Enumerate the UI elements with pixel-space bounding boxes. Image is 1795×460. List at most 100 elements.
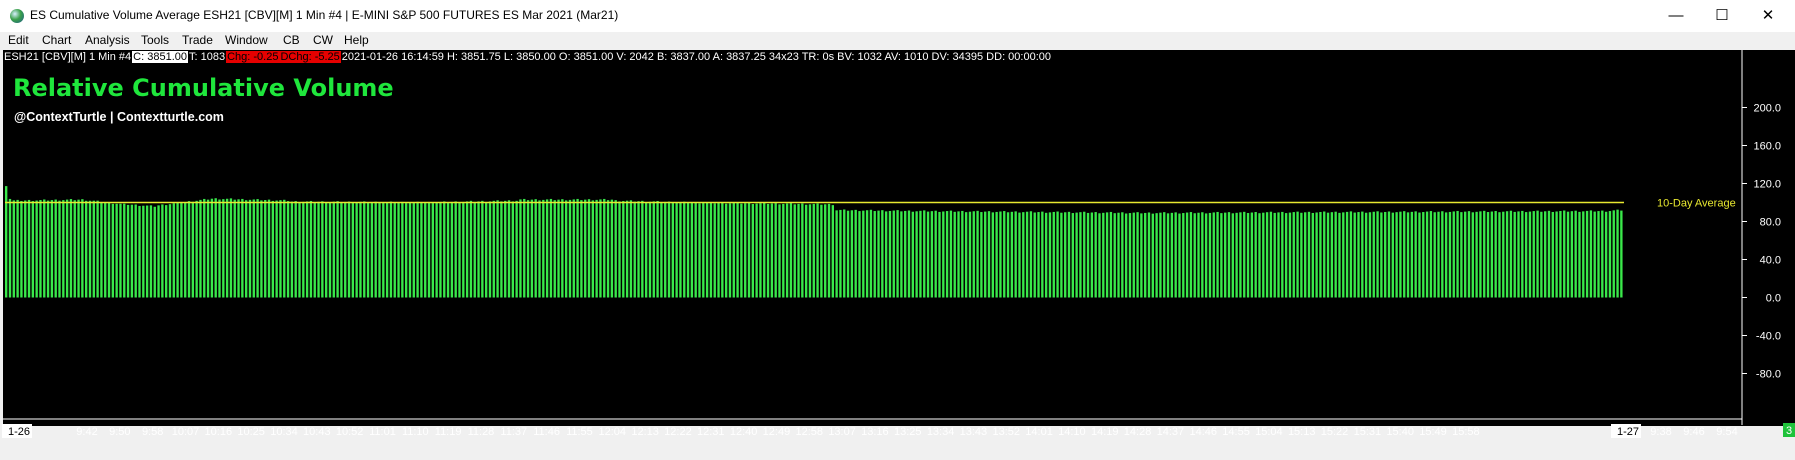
volume-bar: [584, 199, 587, 298]
volume-bar: [618, 201, 621, 298]
volume-bar: [1029, 211, 1033, 298]
menu-help[interactable]: Help: [344, 33, 369, 47]
volume-bar: [580, 200, 583, 298]
x-tick-label: 13:25: [894, 426, 922, 438]
volume-bar: [1528, 211, 1532, 298]
y-tick-label: 80.0: [1760, 217, 1781, 229]
volume-bar: [679, 202, 682, 298]
volume-bar: [1296, 211, 1299, 298]
volume-bar: [119, 203, 122, 298]
x-tick-label: 13:07: [828, 426, 856, 438]
volume-bar: [1391, 212, 1394, 298]
x-tick-label: 15:04: [1255, 426, 1283, 438]
volume-bar: [58, 200, 61, 298]
volume-bar: [256, 199, 259, 298]
volume-bar: [385, 202, 389, 298]
volume-bar: [446, 202, 450, 298]
volume-bar: [12, 200, 15, 298]
volume-bar: [664, 201, 667, 298]
volume-bar: [1147, 212, 1151, 298]
volume-chart[interactable]: 10-Day Average 200.0 160.0 120.0 80.0 40.0 0.…: [0, 50, 1795, 445]
volume-bar: [1109, 211, 1113, 298]
volume-bar: [218, 199, 221, 298]
volume-bar: [298, 202, 301, 298]
volume-bar: [1067, 211, 1071, 298]
volume-bar: [644, 202, 648, 298]
volume-bar: [351, 202, 355, 298]
volume-bar: [759, 203, 762, 298]
x-tick-label: 11:10: [402, 426, 429, 438]
volume-bar: [1563, 210, 1566, 298]
minimize-button[interactable]: —: [1653, 0, 1699, 32]
volume-bar: [469, 200, 473, 298]
volume-bar: [824, 204, 827, 298]
volume-bar: [1540, 211, 1543, 298]
volume-bar: [62, 200, 65, 298]
volume-bar: [835, 210, 838, 298]
volume-bar: [980, 212, 983, 298]
maximize-button[interactable]: ☐: [1699, 0, 1745, 32]
volume-bar: [431, 203, 435, 298]
volume-bar: [324, 202, 328, 298]
volume-bar: [987, 211, 991, 298]
volume-bar: [675, 202, 678, 298]
volume-bar: [1338, 212, 1341, 298]
volume-bar: [275, 200, 278, 298]
volume-bar: [507, 200, 511, 298]
volume-bar: [991, 212, 994, 298]
volume-bar: [1288, 212, 1292, 298]
volume-bar: [846, 210, 850, 298]
menu-trade[interactable]: Trade: [182, 33, 213, 47]
volume-bar: [694, 202, 697, 298]
volume-bar: [728, 203, 732, 298]
menu-edit[interactable]: Edit: [8, 33, 29, 47]
volume-bar: [115, 203, 118, 298]
y-tick-label: 40.0: [1760, 255, 1781, 267]
volume-bar: [744, 203, 747, 298]
volume-bar: [1536, 210, 1539, 298]
menu-cw[interactable]: CW: [313, 33, 333, 47]
menu-tools[interactable]: Tools: [141, 33, 169, 47]
volume-bar: [797, 203, 800, 298]
menu-window[interactable]: Window: [225, 33, 268, 47]
volume-bar: [157, 205, 160, 298]
menu-analysis[interactable]: Analysis: [85, 33, 130, 47]
volume-bar: [309, 200, 313, 298]
volume-bar: [1406, 212, 1410, 298]
volume-bar: [134, 204, 137, 298]
x-tick-label: 12:04: [599, 426, 627, 438]
x-tick-label: 15:40: [1386, 426, 1414, 438]
volume-bar: [1170, 212, 1174, 298]
volume-bar: [100, 202, 103, 298]
volume-bar: [370, 202, 374, 298]
volume-bar: [481, 200, 484, 298]
volume-bar: [267, 199, 271, 298]
volume-bar: [1620, 210, 1623, 298]
volume-bar: [827, 203, 831, 298]
volume-bar: [820, 204, 823, 298]
volume-bar: [1326, 212, 1330, 298]
volume-bar: [302, 201, 305, 298]
volume-bar: [1433, 212, 1436, 298]
x-tick-label: 13:34: [927, 426, 955, 438]
volume-bar: [614, 200, 617, 298]
volume-bar: [1589, 210, 1593, 298]
volume-bar: [831, 205, 834, 298]
volume-bar: [1616, 209, 1619, 298]
volume-bar: [926, 211, 930, 298]
volume-bar: [458, 202, 461, 298]
volume-bar: [1452, 211, 1455, 298]
volume-bar: [755, 203, 758, 298]
volume-bar: [1056, 211, 1059, 298]
volume-bar: [1071, 213, 1074, 298]
volume-bar: [1052, 211, 1055, 298]
menu-cb[interactable]: CB: [283, 33, 300, 47]
close-button[interactable]: ✕: [1745, 0, 1791, 32]
volume-bar: [1345, 211, 1349, 298]
menu-chart[interactable]: Chart: [42, 33, 71, 47]
volume-bar: [1304, 212, 1307, 298]
volume-bar: [938, 211, 941, 298]
volume-bar: [1284, 213, 1288, 298]
volume-bar: [1307, 211, 1311, 298]
volume-bar: [1208, 212, 1212, 298]
